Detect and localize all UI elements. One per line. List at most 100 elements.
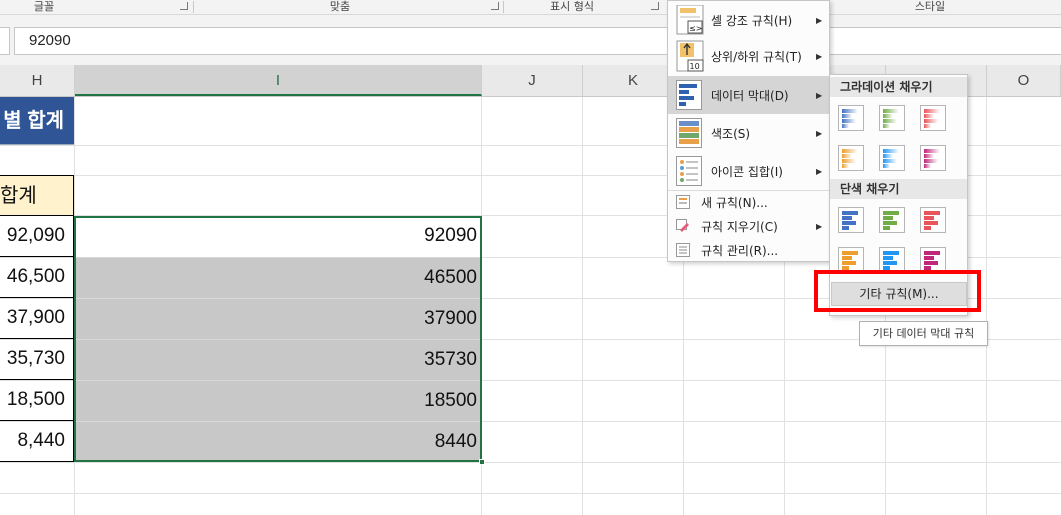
group-separator — [193, 1, 194, 13]
swatch-bar — [883, 119, 897, 123]
svg-text:10: 10 — [690, 62, 700, 71]
menu-item-label: 아이콘 집합(I) — [711, 164, 783, 179]
swatch-bar — [883, 124, 890, 128]
gradient-green-data-bar-option[interactable] — [879, 105, 905, 131]
gradient-orange-data-bar-option[interactable] — [838, 145, 864, 171]
group-label-alignment: 맞춤 — [329, 0, 351, 13]
gradient-purple-data-bar-option[interactable] — [920, 145, 946, 171]
menu-item-color-scales[interactable]: 색조(S) ▶ — [668, 114, 829, 152]
column-header-h[interactable]: H — [0, 65, 75, 96]
solid-fill-heading: 단색 채우기 — [830, 179, 967, 199]
manage-rules-icon — [676, 243, 690, 257]
menu-item-highlight-cells-rules[interactable]: ≤> 셀 강조 규칙(H) ▶ — [668, 1, 829, 39]
menu-item-label: 셀 강조 규칙(H) — [711, 13, 793, 28]
swatch-bar — [842, 149, 858, 153]
svg-text:≤>: ≤> — [689, 24, 702, 33]
conditional-formatting-menu: ≤> 셀 강조 규칙(H) ▶ 10 상위/하위 규칙(T) ▶ 데이터 막대(… — [667, 0, 830, 262]
swatch-bar — [883, 149, 899, 153]
fill-handle[interactable] — [479, 459, 485, 465]
gradient-lightblue-data-bar-option[interactable] — [879, 145, 905, 171]
menu-item-data-bars[interactable]: 데이터 막대(D) ▶ — [668, 76, 829, 114]
swatch-bar — [842, 164, 849, 168]
group-separator — [503, 1, 504, 13]
menu-item-label: 규칙 관리(R)... — [701, 243, 779, 258]
swatch-bar — [924, 256, 934, 260]
swatch-bar — [924, 251, 940, 255]
formula-input[interactable]: 92090 — [14, 27, 1061, 55]
swatch-bar — [842, 226, 849, 230]
menu-item-new-rule[interactable]: 새 규칙(N)... — [668, 190, 829, 214]
menu-item-clear-rules[interactable]: 규칙 지우기(C) ▶ — [668, 214, 829, 238]
gridline — [582, 97, 583, 515]
number-dialog-launcher-icon[interactable] — [651, 2, 659, 10]
menu-item-icon-sets[interactable]: 아이콘 집합(I) ▶ — [668, 152, 829, 190]
alignment-dialog-launcher-icon[interactable] — [491, 2, 499, 10]
menu-item-manage-rules[interactable]: 규칙 관리(R)... — [668, 238, 829, 262]
highlight-callout-box — [814, 270, 981, 312]
column-header-o[interactable]: O — [987, 65, 1061, 96]
group-label-number-format: 표시 형식 — [550, 0, 594, 13]
table-cell-h[interactable]: 18,500 — [0, 380, 74, 421]
ribbon-group-labels: 글꼴 맞춤 표시 형식 스타일 — [0, 0, 1061, 15]
submenu-arrow-icon: ▶ — [816, 15, 823, 25]
swatch-bar — [883, 221, 897, 225]
swatch-bar — [924, 149, 940, 153]
table-cell-h[interactable]: 8,440 — [0, 421, 74, 462]
swatch-bar — [842, 114, 852, 118]
gridline — [0, 462, 1061, 463]
font-dialog-launcher-icon[interactable] — [180, 2, 188, 10]
swatch-bar — [883, 251, 899, 255]
formula-bar-row: 92090 — [0, 15, 1061, 65]
new-rule-icon — [676, 195, 690, 209]
swatch-bar — [924, 109, 940, 113]
solid-blue-data-bar-option[interactable] — [838, 207, 864, 233]
swatch-bar — [924, 211, 940, 215]
swatch-bar — [842, 124, 849, 128]
menu-item-label: 색조(S) — [711, 126, 751, 141]
swatch-bar — [924, 124, 931, 128]
data-bars-icon — [676, 80, 702, 110]
group-label-styles: 스타일 — [914, 0, 946, 13]
swatch-bar — [883, 164, 890, 168]
gradient-red-data-bar-option[interactable] — [920, 105, 946, 131]
submenu-arrow-icon: ▶ — [816, 166, 823, 176]
group-label-font: 글꼴 — [33, 0, 55, 13]
title-cell[interactable]: 별 합계 — [0, 97, 74, 145]
column-header-j[interactable]: J — [482, 65, 583, 96]
top-bottom-icon: 10 — [676, 40, 704, 72]
swatch-bar — [924, 119, 938, 123]
selection-range-border — [74, 216, 482, 462]
swatch-bar — [842, 251, 858, 255]
gradient-fill-heading: 그라데이션 채우기 — [830, 77, 967, 97]
swatch-bar — [883, 114, 893, 118]
solid-green-data-bar-option[interactable] — [879, 207, 905, 233]
swatch-bar — [842, 256, 852, 260]
swatch-bar — [883, 211, 899, 215]
column-header-i[interactable]: I — [75, 65, 482, 96]
menu-item-top-bottom-rules[interactable]: 10 상위/하위 규칙(T) ▶ — [668, 37, 829, 75]
swatch-bar — [842, 119, 856, 123]
total-header-cell[interactable]: 합계 — [0, 175, 74, 216]
gradient-blue-data-bar-option[interactable] — [838, 105, 864, 131]
table-cell-h[interactable]: 46,500 — [0, 257, 74, 298]
swatch-bar — [883, 109, 899, 113]
gridline — [986, 97, 987, 515]
name-box[interactable] — [0, 27, 10, 55]
menu-item-label: 데이터 막대(D) — [711, 88, 789, 103]
swatch-bar — [924, 154, 934, 158]
swatch-bar — [883, 256, 893, 260]
table-cell-h[interactable]: 35,730 — [0, 339, 74, 380]
swatch-bar — [842, 216, 852, 220]
color-scales-icon — [676, 118, 702, 148]
icon-sets-icon — [676, 156, 702, 186]
swatch-bar — [924, 114, 934, 118]
table-cell-h[interactable]: 92,090 — [0, 216, 74, 257]
solid-red-data-bar-option[interactable] — [920, 207, 946, 233]
swatch-bar — [924, 261, 938, 265]
table-cell-h[interactable]: 37,900 — [0, 298, 74, 339]
swatch-bar — [883, 226, 890, 230]
swatch-bar — [842, 221, 856, 225]
swatch-bar — [924, 216, 934, 220]
swatch-bar — [842, 261, 856, 265]
submenu-arrow-icon: ▶ — [816, 128, 823, 138]
